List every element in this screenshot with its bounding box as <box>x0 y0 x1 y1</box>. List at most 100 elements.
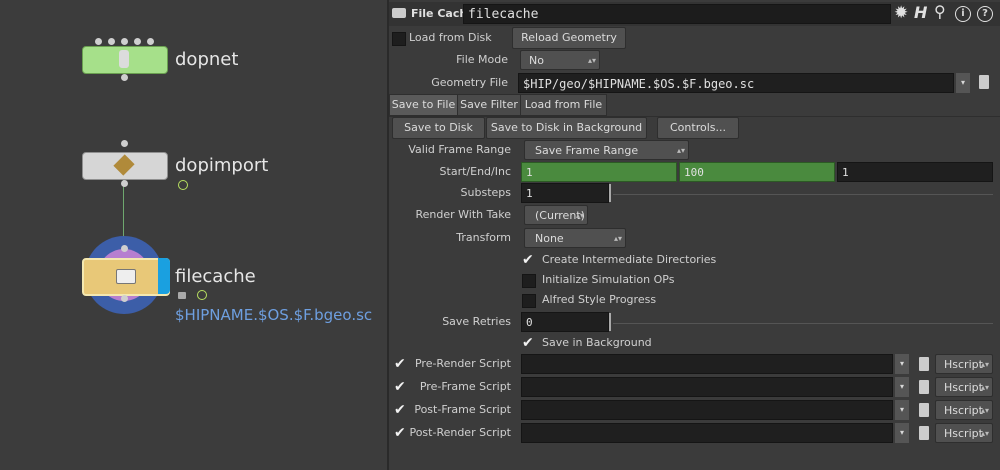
node-body[interactable] <box>82 46 168 74</box>
dropdown-arrow-icon: ▴▾ <box>980 360 989 369</box>
dropdown-arrow-icon[interactable]: ▾ <box>956 73 970 93</box>
post-render-script-field[interactable] <box>521 423 893 443</box>
flag-display[interactable] <box>158 258 170 294</box>
file-chooser-icon[interactable] <box>919 426 929 440</box>
dropdown-arrow-icon: ▴▾ <box>980 406 989 415</box>
pre-render-script-toggle[interactable]: ✔ <box>394 357 406 371</box>
pre-frame-script-field[interactable] <box>521 377 893 397</box>
output-connector[interactable] <box>121 74 128 81</box>
pre-render-script-field[interactable] <box>521 354 893 374</box>
dropdown-arrow-icon[interactable]: ▾ <box>895 423 909 443</box>
save-to-disk-background-button[interactable]: Save to Disk in Background <box>486 117 647 139</box>
tab-bar: Save to File Save Filter Load from File <box>389 94 1000 117</box>
transform-value: None <box>535 232 564 245</box>
save-in-background-checkbox[interactable]: ✔ <box>522 336 534 350</box>
post-frame-script-language-dropdown[interactable]: Hscript ▴▾ <box>935 400 993 420</box>
pre-render-script-language-dropdown[interactable]: Hscript ▴▾ <box>935 354 993 374</box>
pre-frame-script-language-dropdown[interactable]: Hscript ▴▾ <box>935 377 993 397</box>
help-h-icon[interactable]: H <box>914 3 927 22</box>
lock-icon <box>178 292 186 299</box>
output-connector[interactable] <box>121 180 128 187</box>
geometry-file-label: Geometry File <box>431 76 508 89</box>
tab-load-from-file[interactable]: Load from File <box>520 94 607 116</box>
post-render-script-toggle[interactable]: ✔ <box>394 426 406 440</box>
pre-render-script-label: Pre-Render Script <box>414 357 511 370</box>
start-frame-field[interactable]: 1 <box>521 162 677 182</box>
node-dopimport[interactable] <box>80 140 170 187</box>
file-chooser-icon[interactable] <box>919 357 929 371</box>
info-icon[interactable]: i <box>955 6 971 22</box>
post-frame-script-field[interactable] <box>521 400 893 420</box>
post-frame-script-label: Post-Frame Script <box>414 403 511 416</box>
search-icon[interactable]: ⚲ <box>934 2 946 21</box>
file-chooser-icon[interactable] <box>919 403 929 417</box>
file-mode-label: File Mode <box>456 53 508 66</box>
node-label-filecache: filecache <box>175 266 256 287</box>
tab-save-filter[interactable]: Save Filter <box>457 94 521 116</box>
render-with-take-dropdown[interactable]: (Current) ▴▾ <box>524 205 588 225</box>
increment-field[interactable]: 1 <box>837 162 993 182</box>
output-connector[interactable] <box>121 295 128 302</box>
input-connector[interactable] <box>121 245 128 252</box>
load-from-disk-checkbox[interactable] <box>392 32 406 46</box>
alfred-progress-checkbox[interactable] <box>522 294 536 308</box>
input-connector[interactable] <box>121 140 128 147</box>
substeps-field[interactable]: 1 <box>521 183 609 203</box>
input-connector[interactable] <box>134 38 141 45</box>
tab-save-to-file[interactable]: Save to File <box>389 94 458 116</box>
create-dirs-checkbox[interactable]: ✔ <box>522 253 534 267</box>
pre-frame-script-toggle[interactable]: ✔ <box>394 380 406 394</box>
substeps-slider[interactable] <box>613 194 993 195</box>
end-frame-field[interactable]: 100 <box>679 162 835 182</box>
reload-geometry-button[interactable]: Reload Geometry <box>512 27 626 49</box>
input-connector[interactable] <box>108 38 115 45</box>
render-with-take-label: Render With Take <box>415 208 511 221</box>
file-cache-icon <box>116 269 136 284</box>
post-render-script-language-dropdown[interactable]: Hscript ▴▾ <box>935 423 993 443</box>
init-sim-ops-checkbox[interactable] <box>522 274 536 288</box>
dropdown-arrow-icon[interactable]: ▾ <box>895 377 909 397</box>
pre-frame-script-language-value: Hscript <box>944 381 983 394</box>
post-render-script-language-value: Hscript <box>944 427 983 440</box>
valid-frame-range-label: Valid Frame Range <box>408 143 511 156</box>
valid-frame-range-dropdown[interactable]: Save Frame Range ▴▾ <box>524 140 689 160</box>
post-frame-script-toggle[interactable]: ✔ <box>394 403 406 417</box>
network-editor[interactable]: dopnet dopimport filecache $HIPNAME.$OS.… <box>0 0 387 470</box>
save-in-background-label: Save in Background <box>542 336 652 349</box>
input-connector[interactable] <box>95 38 102 45</box>
save-to-disk-button[interactable]: Save to Disk <box>392 117 485 139</box>
dropdown-arrow-icon: ▴▾ <box>575 211 584 220</box>
node-name-field[interactable]: filecache <box>463 4 891 24</box>
file-chooser-icon[interactable] <box>979 75 989 89</box>
transform-dropdown[interactable]: None ▴▾ <box>524 228 626 248</box>
help-icon[interactable]: ? <box>977 6 993 22</box>
substeps-slider-handle[interactable] <box>609 184 611 202</box>
node-body[interactable] <box>82 258 170 296</box>
dropdown-arrow-icon: ▴▾ <box>980 429 989 438</box>
gear-icon[interactable]: ✹ <box>894 3 908 23</box>
save-retries-slider[interactable] <box>613 323 993 324</box>
node-dopnet[interactable] <box>80 38 170 81</box>
geometry-file-field[interactable]: $HIP/geo/$HIPNAME.$OS.$F.bgeo.sc <box>518 73 954 93</box>
pre-frame-script-label: Pre-Frame Script <box>419 380 511 393</box>
controls-button[interactable]: Controls... <box>657 117 739 139</box>
param-header: File Cache filecache ✹ H ⚲ i ? <box>389 2 1000 26</box>
substeps-label: Substeps <box>460 186 511 199</box>
node-body[interactable] <box>82 152 168 180</box>
file-chooser-icon[interactable] <box>919 380 929 394</box>
save-retries-field[interactable]: 0 <box>521 312 609 332</box>
time-dependent-icon <box>178 180 188 190</box>
dropdown-arrow-icon: ▴▾ <box>676 146 685 155</box>
alfred-progress-label: Alfred Style Progress <box>542 293 657 306</box>
input-connector[interactable] <box>147 38 154 45</box>
time-dependent-icon <box>197 290 207 300</box>
file-mode-dropdown[interactable]: No Operation ▴▾ <box>520 50 600 87</box>
dropdown-arrow-icon[interactable]: ▾ <box>895 354 909 374</box>
post-render-script-label: Post-Render Script <box>409 426 511 439</box>
dropdown-arrow-icon: ▴▾ <box>980 383 989 392</box>
save-retries-slider-handle[interactable] <box>609 313 611 331</box>
node-filecache[interactable] <box>80 245 170 305</box>
file-cache-icon <box>392 8 406 18</box>
input-connector[interactable] <box>121 38 128 45</box>
dropdown-arrow-icon[interactable]: ▾ <box>895 400 909 420</box>
